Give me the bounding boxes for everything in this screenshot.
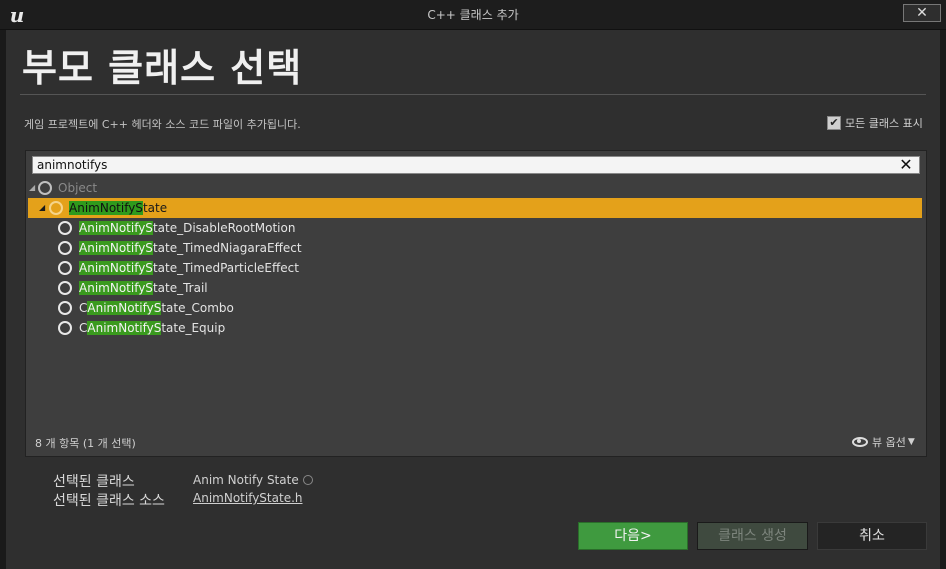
title-bar: u C++ 클래스 추가 ✕ bbox=[0, 0, 946, 30]
page-title: 부모 클래스 선택 bbox=[22, 46, 303, 90]
tree-row-label: CAnimNotifyState_Combo bbox=[79, 301, 234, 315]
tree-row-label: Object bbox=[58, 181, 98, 195]
tree-row[interactable]: AnimNotifyState_Trail bbox=[26, 278, 926, 298]
eye-icon bbox=[852, 437, 868, 447]
heading-divider bbox=[20, 94, 926, 95]
expand-arrow-icon[interactable]: ◢ bbox=[39, 198, 45, 218]
selected-class-label: 선택된 클래스 bbox=[53, 474, 135, 490]
tree-row-label: AnimNotifyState_Trail bbox=[79, 281, 208, 295]
help-icon[interactable] bbox=[302, 475, 313, 485]
tree-row-label: AnimNotifyState_TimedParticleEffect bbox=[79, 261, 299, 275]
tree-row-selected[interactable]: ◢ AnimNotifyState bbox=[28, 198, 922, 218]
clear-search-icon[interactable]: ✕ bbox=[896, 155, 916, 175]
cancel-button[interactable]: 취소 bbox=[817, 522, 927, 550]
tree-row[interactable]: AnimNotifyState_TimedNiagaraEffect bbox=[26, 238, 926, 258]
checkbox-checked-icon[interactable]: ✔ bbox=[827, 116, 841, 130]
window-title: C++ 클래스 추가 bbox=[427, 8, 519, 22]
tree-row[interactable]: AnimNotifyState_DisableRootMotion bbox=[26, 218, 926, 238]
tree-row-label: AnimNotifyState bbox=[69, 201, 168, 215]
tree-row-object[interactable]: ◢ Object bbox=[26, 178, 926, 198]
class-tree: ◢ Object ◢ AnimNotifyState AnimNotifySta… bbox=[26, 178, 926, 338]
class-icon bbox=[58, 281, 72, 295]
expand-arrow-icon[interactable]: ◢ bbox=[29, 178, 35, 198]
selected-class-value: Anim Notify State bbox=[193, 473, 313, 487]
class-icon bbox=[38, 181, 52, 195]
selected-source-link[interactable]: AnimNotifyState.h bbox=[193, 491, 303, 505]
close-button[interactable]: ✕ bbox=[903, 4, 941, 22]
class-icon bbox=[58, 321, 72, 335]
tree-row-label: AnimNotifyState_DisableRootMotion bbox=[79, 221, 296, 235]
tree-row-label: AnimNotifyState_TimedNiagaraEffect bbox=[79, 241, 302, 255]
description-text: 게임 프로젝트에 C++ 헤더와 소스 코드 파일이 추가됩니다. bbox=[24, 118, 301, 131]
item-count: 8 개 항목 (1 개 선택) bbox=[35, 437, 136, 450]
show-all-classes-toggle[interactable]: ✔ 모든 클래스 표시 bbox=[827, 115, 923, 131]
class-icon bbox=[49, 201, 63, 215]
view-options-button[interactable]: 뷰 옵션 ▼ bbox=[852, 434, 915, 450]
tree-row[interactable]: AnimNotifyState_TimedParticleEffect bbox=[26, 258, 926, 278]
class-icon bbox=[58, 261, 72, 275]
class-icon bbox=[58, 221, 72, 235]
next-button[interactable]: 다음> bbox=[578, 522, 688, 550]
tree-row[interactable]: CAnimNotifyState_Equip bbox=[26, 318, 926, 338]
search-input[interactable]: animnotifys bbox=[32, 156, 920, 174]
tree-row-label: CAnimNotifyState_Equip bbox=[79, 321, 226, 335]
chevron-down-icon: ▼ bbox=[907, 437, 915, 447]
create-class-button[interactable]: 클래스 생성 bbox=[697, 522, 808, 550]
class-icon bbox=[58, 301, 72, 315]
class-picker-panel: animnotifys ✕ ◢ Object ◢ AnimNotifyState… bbox=[25, 150, 927, 457]
view-options-label: 뷰 옵션 bbox=[872, 436, 906, 449]
tree-row[interactable]: CAnimNotifyState_Combo bbox=[26, 298, 926, 318]
selected-source-label: 선택된 클래스 소스 bbox=[53, 493, 165, 509]
show-all-classes-label: 모든 클래스 표시 bbox=[845, 117, 923, 130]
class-icon bbox=[58, 241, 72, 255]
